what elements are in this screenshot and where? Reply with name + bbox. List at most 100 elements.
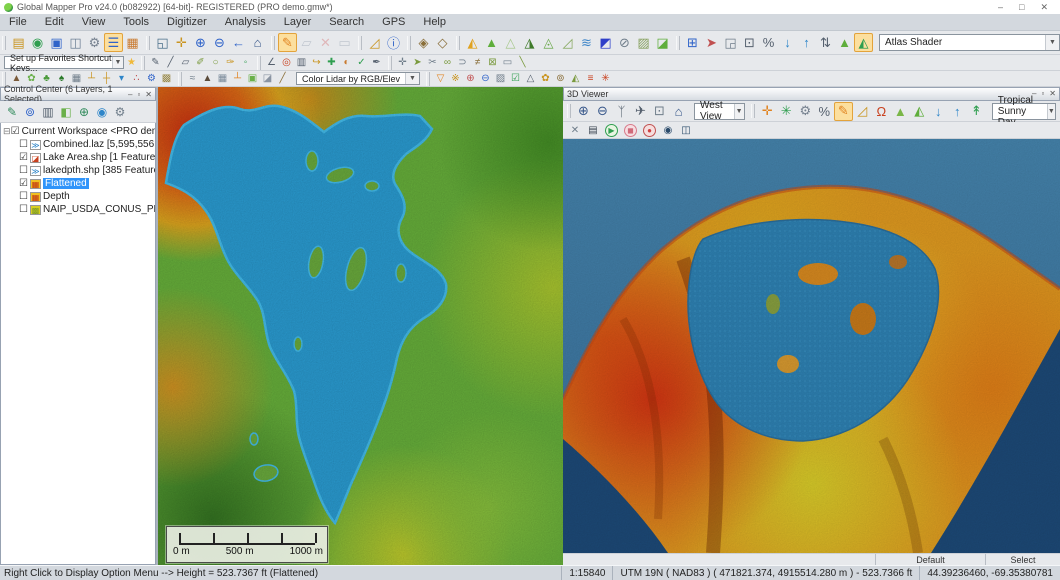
contour-gen-icon[interactable]: ◭ xyxy=(568,72,583,86)
slope-direction-icon[interactable]: ◿ xyxy=(558,33,577,52)
create-line-icon[interactable]: ╱ xyxy=(163,56,178,70)
full-view-icon[interactable]: ⌂ xyxy=(248,33,267,52)
control-center-header[interactable]: Control Center (6 Layers, 1 Selected) – … xyxy=(0,87,156,101)
layer-checkbox[interactable]: ☐ xyxy=(19,139,28,150)
transparency-icon[interactable]: % xyxy=(759,33,778,52)
shader-combobox[interactable]: Atlas Shader ▼ xyxy=(879,34,1060,51)
maximize-button[interactable]: □ xyxy=(1019,2,1024,13)
terrain-shader-icon[interactable]: ▲ xyxy=(482,33,501,52)
crop-frame-icon[interactable]: ▭ xyxy=(500,56,515,70)
filter-lidar-icon[interactable]: ▽ xyxy=(433,72,448,86)
menu-item[interactable]: Tools xyxy=(114,15,158,29)
create-point-icon[interactable]: ✎ xyxy=(148,56,163,70)
disable-motion-icon[interactable]: ✕ xyxy=(567,123,583,138)
viewer-3d-mode[interactable]: Default xyxy=(875,554,985,565)
workspace-label[interactable]: Current Workspace <PRO demo.gmw> xyxy=(22,126,155,137)
edit-vertex-icon[interactable]: ✚ xyxy=(324,56,339,70)
lidar-grid-icon[interactable]: ▩ xyxy=(159,72,174,86)
save-icon[interactable]: ▣ xyxy=(47,33,66,52)
menu-item[interactable]: Layer xyxy=(275,15,321,29)
zoom-out-icon[interactable]: ⊖ xyxy=(210,33,229,52)
layer-options-icon[interactable]: ✎ xyxy=(3,103,21,121)
attributes-table-icon[interactable]: ▥ xyxy=(39,103,57,121)
favorites-combobox[interactable]: Set up Favorites Shortcut Keys... ▼ xyxy=(4,56,124,69)
fly-mode-icon[interactable]: ✈ xyxy=(631,102,650,121)
sky-preset-combobox[interactable]: Tropical Sunny Day ▼ xyxy=(992,103,1056,120)
fly-to-icon[interactable]: ➤ xyxy=(702,33,721,52)
duplicate-layer-icon[interactable]: ◧ xyxy=(57,103,75,121)
menu-item[interactable]: Help xyxy=(414,15,455,29)
home-view-icon[interactable]: ⌂ xyxy=(669,102,688,121)
link-features-icon[interactable]: ∞ xyxy=(440,56,455,70)
favorites-icon[interactable]: ★ xyxy=(124,56,139,70)
tree-terrain-icon[interactable]: ◪ xyxy=(653,33,672,52)
paint-ball-icon[interactable]: ✿ xyxy=(538,72,553,86)
layer-row[interactable]: ☑ ◪ Lake Area.shp [1 Features] xyxy=(3,151,155,164)
layer-row[interactable]: ☐ ▦ Depth xyxy=(3,190,155,203)
module-icon[interactable]: ◪ xyxy=(260,72,275,86)
wireframe-icon[interactable]: ⊡ xyxy=(650,102,669,121)
layer-label[interactable]: Depth xyxy=(43,191,70,202)
create-circle-icon[interactable]: ○ xyxy=(208,56,223,70)
layer-row[interactable]: ☐ ≫ lakedpth.shp [385 Features, 121,391 … xyxy=(3,164,155,177)
cut-feature-icon[interactable]: ✂ xyxy=(425,56,440,70)
viewer-3d-header[interactable]: 3D Viewer – ▫ ✕ xyxy=(563,87,1060,101)
dock-view-icon[interactable]: ◲ xyxy=(721,33,740,52)
layer-label[interactable]: lakedpth.shp [385 Features, 121,391 De xyxy=(43,165,155,176)
terrain-detail-icon[interactable]: ▲ xyxy=(891,102,910,121)
view-3d-icon[interactable]: ⊡ xyxy=(740,33,759,52)
animation-icon[interactable]: ▤ xyxy=(585,123,601,138)
apply-check-icon[interactable]: ✓ xyxy=(354,56,369,70)
contour-icon[interactable]: ≋ xyxy=(577,33,596,52)
search-address-icon[interactable]: ◇ xyxy=(433,33,452,52)
edit-check-icon[interactable]: ☑ xyxy=(508,72,523,86)
layer-row[interactable]: ☑ ▦ Flattened xyxy=(3,177,155,190)
target-point-icon[interactable]: ◎ xyxy=(279,56,294,70)
move-map-icon[interactable]: ✛ xyxy=(395,56,410,70)
layer-label[interactable]: NAIP_USDA_CONUS_PRIME xyxy=(43,204,155,215)
layer-checkbox[interactable]: ☐ xyxy=(19,204,28,215)
path-profile-icon[interactable]: ⇅ xyxy=(816,33,835,52)
raise-water-icon[interactable]: ↑ xyxy=(948,102,967,121)
view-3d-canvas[interactable] xyxy=(563,139,1060,553)
copy-style-icon[interactable]: ✒ xyxy=(369,56,384,70)
layer-label[interactable]: Flattened xyxy=(43,178,89,189)
chevron-down-icon[interactable]: ▼ xyxy=(1047,104,1055,119)
options-gear-icon[interactable]: ⚙ xyxy=(111,103,129,121)
menu-item[interactable]: View xyxy=(73,15,115,29)
query-lidar-red-icon[interactable]: ⊕ xyxy=(463,72,478,86)
lower-water-icon[interactable]: ↓ xyxy=(929,102,948,121)
capture-path-icon[interactable]: Ω xyxy=(872,102,891,121)
tree-expander-icon[interactable]: ⊟ xyxy=(3,126,11,137)
crop-terrain-icon[interactable]: ▨ xyxy=(634,33,653,52)
pixels-to-points-icon[interactable]: ▦ xyxy=(215,72,230,86)
walk-mode-icon[interactable]: ᛉ xyxy=(612,102,631,121)
grid-sample-icon[interactable]: ▨ xyxy=(493,72,508,86)
digitizer-tool-icon[interactable]: ✎ xyxy=(278,33,297,52)
noise-burst-icon[interactable]: ✳ xyxy=(598,72,613,86)
combine-areas-icon[interactable]: ⊠ xyxy=(485,56,500,70)
layer-visibility-icon[interactable]: ◉ xyxy=(93,103,111,121)
close-button[interactable]: ✕ xyxy=(1040,2,1048,13)
pan-icon[interactable]: ✛ xyxy=(172,33,191,52)
multi-select-icon[interactable]: ▭ xyxy=(335,33,354,52)
paint-style-icon[interactable]: ◐ xyxy=(339,56,354,70)
spike-removal-icon[interactable]: ┴ xyxy=(230,72,245,86)
workspace-root-row[interactable]: ⊟ ☑ Current Workspace <PRO demo.gmw> xyxy=(3,125,155,138)
blend-terrain-icon[interactable]: ◬ xyxy=(539,33,558,52)
join-lines-icon[interactable]: ⊃ xyxy=(455,56,470,70)
play-icon[interactable]: ▶ xyxy=(605,124,618,137)
slope-shader-icon[interactable]: ◮ xyxy=(520,33,539,52)
snapshot-icon[interactable]: ◫ xyxy=(678,123,694,138)
tools-icon[interactable]: ⚙ xyxy=(85,33,104,52)
axes-icon[interactable]: ✳ xyxy=(777,102,796,121)
create-elevation-grid-icon[interactable]: ▲ xyxy=(200,72,215,86)
mini-terrain-icon[interactable]: ▲ xyxy=(835,33,854,52)
transparency-icon[interactable]: % xyxy=(815,102,834,121)
measure-icon[interactable]: ◿ xyxy=(365,33,384,52)
attribute-comb-icon[interactable]: ▥ xyxy=(294,56,309,70)
menu-item[interactable]: Search xyxy=(320,15,373,29)
new-map-icon[interactable]: ◫ xyxy=(66,33,85,52)
query-lidar-blue-icon[interactable]: ⊖ xyxy=(478,72,493,86)
color-points-icon[interactable]: ※ xyxy=(448,72,463,86)
